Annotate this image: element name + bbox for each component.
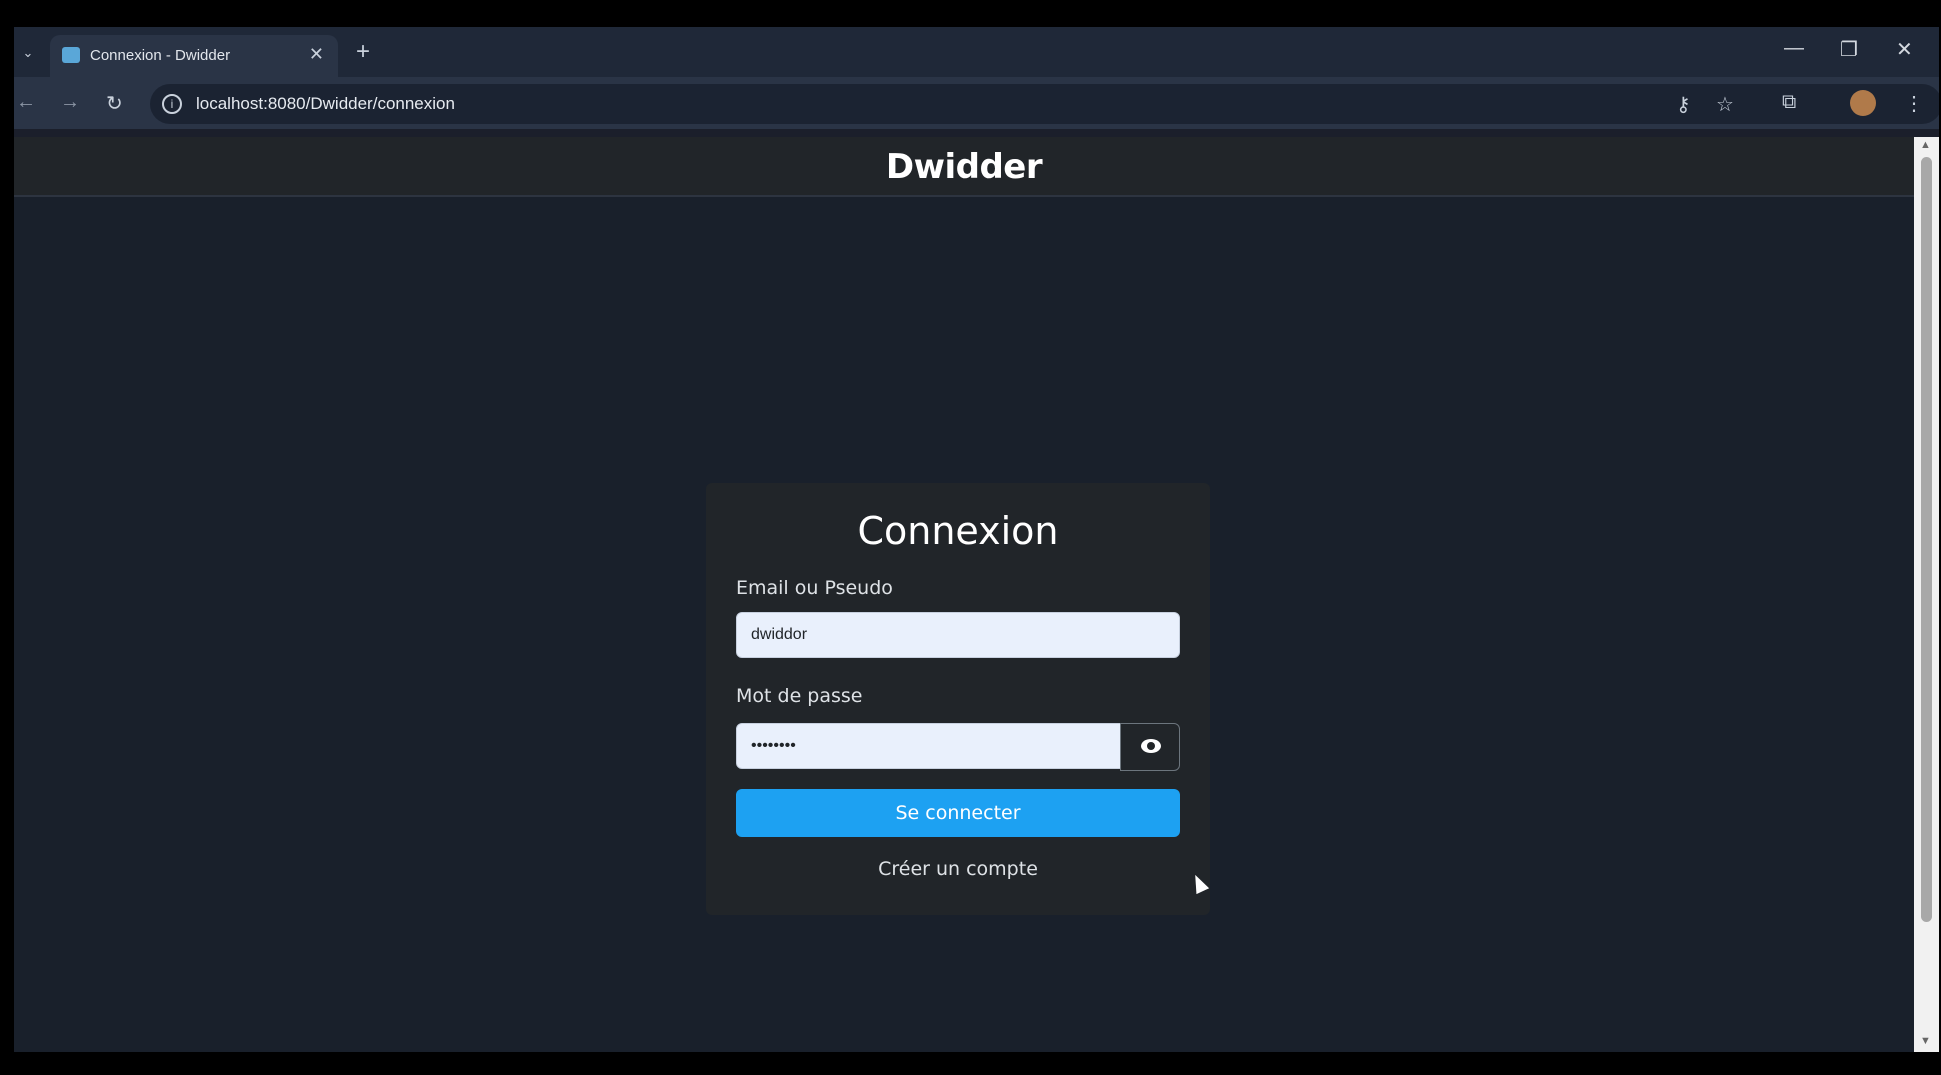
menu-kebab-icon[interactable]: ⋮: [1904, 91, 1924, 116]
profile-avatar[interactable]: [1850, 90, 1876, 116]
site-header: Dwidder: [14, 137, 1914, 197]
tab-search-chevron-icon[interactable]: ⌄: [16, 41, 40, 65]
window-close-icon[interactable]: ✕: [1896, 37, 1913, 62]
url-text[interactable]: localhost:8080/Dwidder/connexion: [196, 94, 455, 114]
password-label: Mot de passe: [736, 685, 863, 707]
create-account-link[interactable]: Créer un compte: [706, 858, 1210, 880]
minimize-icon[interactable]: —: [1784, 37, 1804, 60]
reload-icon[interactable]: ↻: [106, 91, 123, 116]
scroll-up-icon[interactable]: ▲: [1920, 139, 1931, 151]
identifier-label: Email ou Pseudo: [736, 577, 893, 599]
bookmark-star-icon[interactable]: ☆: [1716, 92, 1734, 117]
site-brand[interactable]: Dwidder: [14, 147, 1914, 187]
scrollbar-thumb[interactable]: [1921, 157, 1932, 922]
favicon-icon: [62, 47, 80, 63]
site-info-icon[interactable]: i: [162, 94, 182, 114]
page-scrollbar[interactable]: ▲ ▼: [1914, 137, 1939, 1052]
close-tab-icon[interactable]: ✕: [309, 44, 324, 65]
forward-icon[interactable]: →: [60, 91, 80, 114]
login-submit-button[interactable]: Se connecter: [736, 789, 1180, 837]
login-card: Connexion Email ou Pseudo dwiddor Mot de…: [706, 483, 1210, 915]
extensions-icon[interactable]: ⧉: [1782, 91, 1796, 114]
back-icon[interactable]: ←: [16, 91, 36, 114]
password-input[interactable]: ••••••••: [736, 723, 1122, 769]
page-content: Dwidder Connexion Email ou Pseudo dwiddo…: [14, 137, 1914, 1052]
tab-title: Connexion - Dwidder: [90, 47, 231, 64]
password-key-icon[interactable]: ⚷: [1676, 92, 1691, 117]
login-heading: Connexion: [857, 509, 1059, 553]
browser-toolbar: ← → ↻ i localhost:8080/Dwidder/connexion…: [14, 77, 1939, 129]
identifier-input[interactable]: dwiddor: [736, 612, 1180, 658]
toggle-password-button[interactable]: [1120, 723, 1180, 771]
new-tab-button[interactable]: +: [356, 38, 370, 66]
scroll-down-icon[interactable]: ▼: [1920, 1035, 1931, 1047]
restore-icon[interactable]: ❐: [1840, 37, 1858, 62]
tab-connexion[interactable]: Connexion - Dwidder ✕: [50, 35, 338, 77]
browser-window: ⌄ Connexion - Dwidder ✕ + — ❐ ✕ ← → ↻ i …: [14, 27, 1939, 1052]
tab-strip: ⌄ Connexion - Dwidder ✕ + — ❐ ✕: [14, 27, 1939, 77]
eye-icon: [1141, 739, 1161, 753]
address-bar[interactable]: i localhost:8080/Dwidder/connexion ⚷ ☆: [150, 84, 1939, 124]
